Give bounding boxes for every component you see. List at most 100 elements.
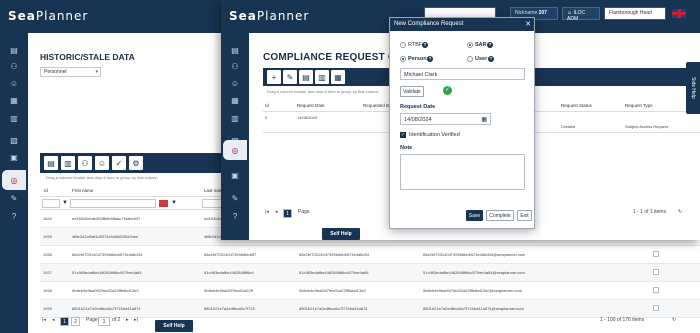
- clipboard-icon[interactable]: ▥: [229, 112, 241, 124]
- help-icon[interactable]: ?: [422, 42, 428, 48]
- seaplanner-logo: SeaPlanner: [8, 9, 89, 23]
- help-icon[interactable]: ?: [488, 56, 494, 62]
- filter-input-first-name[interactable]: [70, 199, 156, 208]
- filter-id-value[interactable]: 0: [265, 115, 267, 120]
- table-row[interactable]: 1928 0b6eb4e9ba0f47fea31a22ff6dbd13e0 0b…: [40, 282, 700, 300]
- fingerprint-icon[interactable]: ◎: [223, 140, 247, 160]
- seaplanner-logo: SeaPlanner: [229, 9, 310, 23]
- check-icon[interactable]: ✓: [112, 156, 126, 170]
- add-icon[interactable]: +: [267, 70, 281, 84]
- document-icon[interactable]: ▤: [299, 70, 313, 84]
- row-checkbox[interactable]: [653, 287, 659, 293]
- row-checkbox[interactable]: [653, 305, 659, 311]
- group-drop-hint: Drag a column header and drop it here to…: [46, 175, 158, 180]
- clear-filter-icon[interactable]: [159, 200, 168, 207]
- sar-radio[interactable]: [467, 42, 473, 48]
- user-role-badge[interactable]: ☺ ILOC ADM: [562, 7, 600, 22]
- data-type-select[interactable]: Personnel ▾: [40, 67, 101, 77]
- page-number-current[interactable]: 1: [283, 209, 292, 218]
- add-user-icon[interactable]: ⚇: [78, 156, 92, 170]
- group-drop-hint: Drag a column header and drop it here to…: [267, 89, 379, 94]
- column-header-request-status[interactable]: Request Status: [561, 103, 592, 108]
- filter-date-value[interactable]: 14/08/2024: [297, 115, 317, 120]
- calendar-icon[interactable]: ▦: [481, 116, 487, 123]
- person-radio[interactable]: [400, 56, 406, 62]
- type-cell: Subject Access Request: [625, 124, 669, 129]
- complete-button[interactable]: Complete: [486, 210, 514, 221]
- user-radio[interactable]: [467, 56, 473, 62]
- location-select[interactable]: Flamborough Head: [604, 7, 666, 20]
- chart-icon[interactable]: ▤: [8, 44, 20, 56]
- filter-icon[interactable]: ▼: [171, 200, 177, 206]
- add-user-icon[interactable]: ⚇: [8, 60, 20, 72]
- first-page-icon[interactable]: |◂: [265, 209, 269, 215]
- save-button[interactable]: Save: [466, 210, 483, 221]
- self-help-button[interactable]: Self Help: [155, 320, 193, 332]
- table-row[interactable]: 1927 51c983edaf6e4462846ff6cd579ee4a84 5…: [40, 264, 700, 282]
- note-textarea[interactable]: [400, 154, 525, 190]
- calendar-icon[interactable]: ▦: [8, 94, 20, 106]
- wrench-icon[interactable]: ✎: [8, 192, 20, 204]
- last-page-icon[interactable]: ▸|: [134, 317, 138, 323]
- validate-button[interactable]: Validate: [400, 86, 424, 97]
- export-pdf-icon[interactable]: ▤: [44, 156, 58, 170]
- close-icon[interactable]: ✕: [525, 20, 531, 28]
- column-header-request-date[interactable]: Request Date: [297, 103, 325, 108]
- table-row[interactable]: 1929 8801b21e7a2e4fbcd6c7f715bd41a874 88…: [40, 300, 700, 318]
- page-number-2[interactable]: 2: [71, 317, 80, 326]
- pager-info: 1 - 100 of 176 items: [600, 317, 645, 323]
- pager-info: 1 - 1 of 1 items: [633, 209, 667, 215]
- gear-icon[interactable]: ⚙: [129, 156, 143, 170]
- identification-checkbox[interactable]: ✓: [400, 132, 406, 138]
- page-title: HISTORIC/STALE DATA: [40, 52, 135, 62]
- help-icon[interactable]: ?: [229, 210, 241, 222]
- validated-check-icon: ✓: [443, 86, 452, 95]
- export-excel-icon[interactable]: ▥: [61, 156, 75, 170]
- request-date-input[interactable]: 14/08/2024 ▦: [400, 113, 491, 125]
- column-header-id[interactable]: Id: [265, 103, 269, 108]
- column-header-first-name[interactable]: First name: [72, 188, 93, 193]
- side-help-tab[interactable]: Side Help: [686, 62, 700, 114]
- add-user-icon[interactable]: ⚇: [229, 60, 241, 72]
- users-icon[interactable]: ☺: [8, 77, 20, 89]
- refresh-icon[interactable]: ↻: [678, 209, 682, 215]
- rtbf-radio[interactable]: [400, 42, 406, 48]
- users-icon[interactable]: ☺: [95, 156, 109, 170]
- prev-page-icon[interactable]: ◂: [275, 209, 278, 215]
- document-icon[interactable]: ▧: [8, 134, 20, 146]
- filter-icon[interactable]: ▼: [62, 200, 68, 206]
- wrench-icon[interactable]: ✎: [229, 192, 241, 204]
- calendar-icon[interactable]: ▦: [229, 94, 241, 106]
- chart-icon[interactable]: ▤: [229, 44, 241, 56]
- help-icon[interactable]: ?: [487, 42, 493, 48]
- person-input[interactable]: Michael Clark: [400, 68, 525, 80]
- fingerprint-icon[interactable]: ◎: [2, 170, 26, 190]
- image-icon[interactable]: ▣: [229, 169, 241, 181]
- filter-input-id[interactable]: [42, 199, 60, 208]
- uk-flag-icon[interactable]: [672, 9, 686, 18]
- refresh-icon[interactable]: ↻: [672, 317, 676, 323]
- table-row[interactable]: 1926 66e2bf70314047399b6bb6573e4d6d34 66…: [40, 246, 700, 264]
- image-icon[interactable]: ▣: [8, 151, 20, 163]
- prev-page-icon[interactable]: ◂: [52, 317, 55, 323]
- page-input[interactable]: 1: [98, 317, 110, 326]
- help-icon[interactable]: ?: [8, 210, 20, 222]
- column-header-requested-by[interactable]: Requested B: [363, 103, 389, 108]
- page-number-current[interactable]: 1: [60, 317, 69, 326]
- column-header-request-type[interactable]: Request Type: [625, 103, 653, 108]
- help-icon[interactable]: ?: [427, 56, 433, 62]
- edit-icon[interactable]: ✎: [283, 70, 297, 84]
- row-checkbox[interactable]: [653, 251, 659, 257]
- export-excel-icon[interactable]: ▥: [315, 70, 329, 84]
- column-header-id[interactable]: Id: [44, 188, 48, 193]
- users-icon[interactable]: ☺: [229, 77, 241, 89]
- first-page-icon[interactable]: |◂: [42, 317, 46, 323]
- new-compliance-request-dialog: New Compliance Request ✕ RTBF ? SAR ? Pe…: [389, 17, 535, 229]
- exit-button[interactable]: Exit: [517, 210, 532, 221]
- dialog-title-bar: New Compliance Request ✕: [390, 18, 534, 31]
- next-page-icon[interactable]: ▸: [126, 317, 129, 323]
- clipboard-icon[interactable]: ▥: [8, 112, 20, 124]
- self-help-button[interactable]: Self Help: [322, 228, 360, 240]
- grid-icon[interactable]: ▦: [331, 70, 345, 84]
- row-checkbox[interactable]: [653, 269, 659, 275]
